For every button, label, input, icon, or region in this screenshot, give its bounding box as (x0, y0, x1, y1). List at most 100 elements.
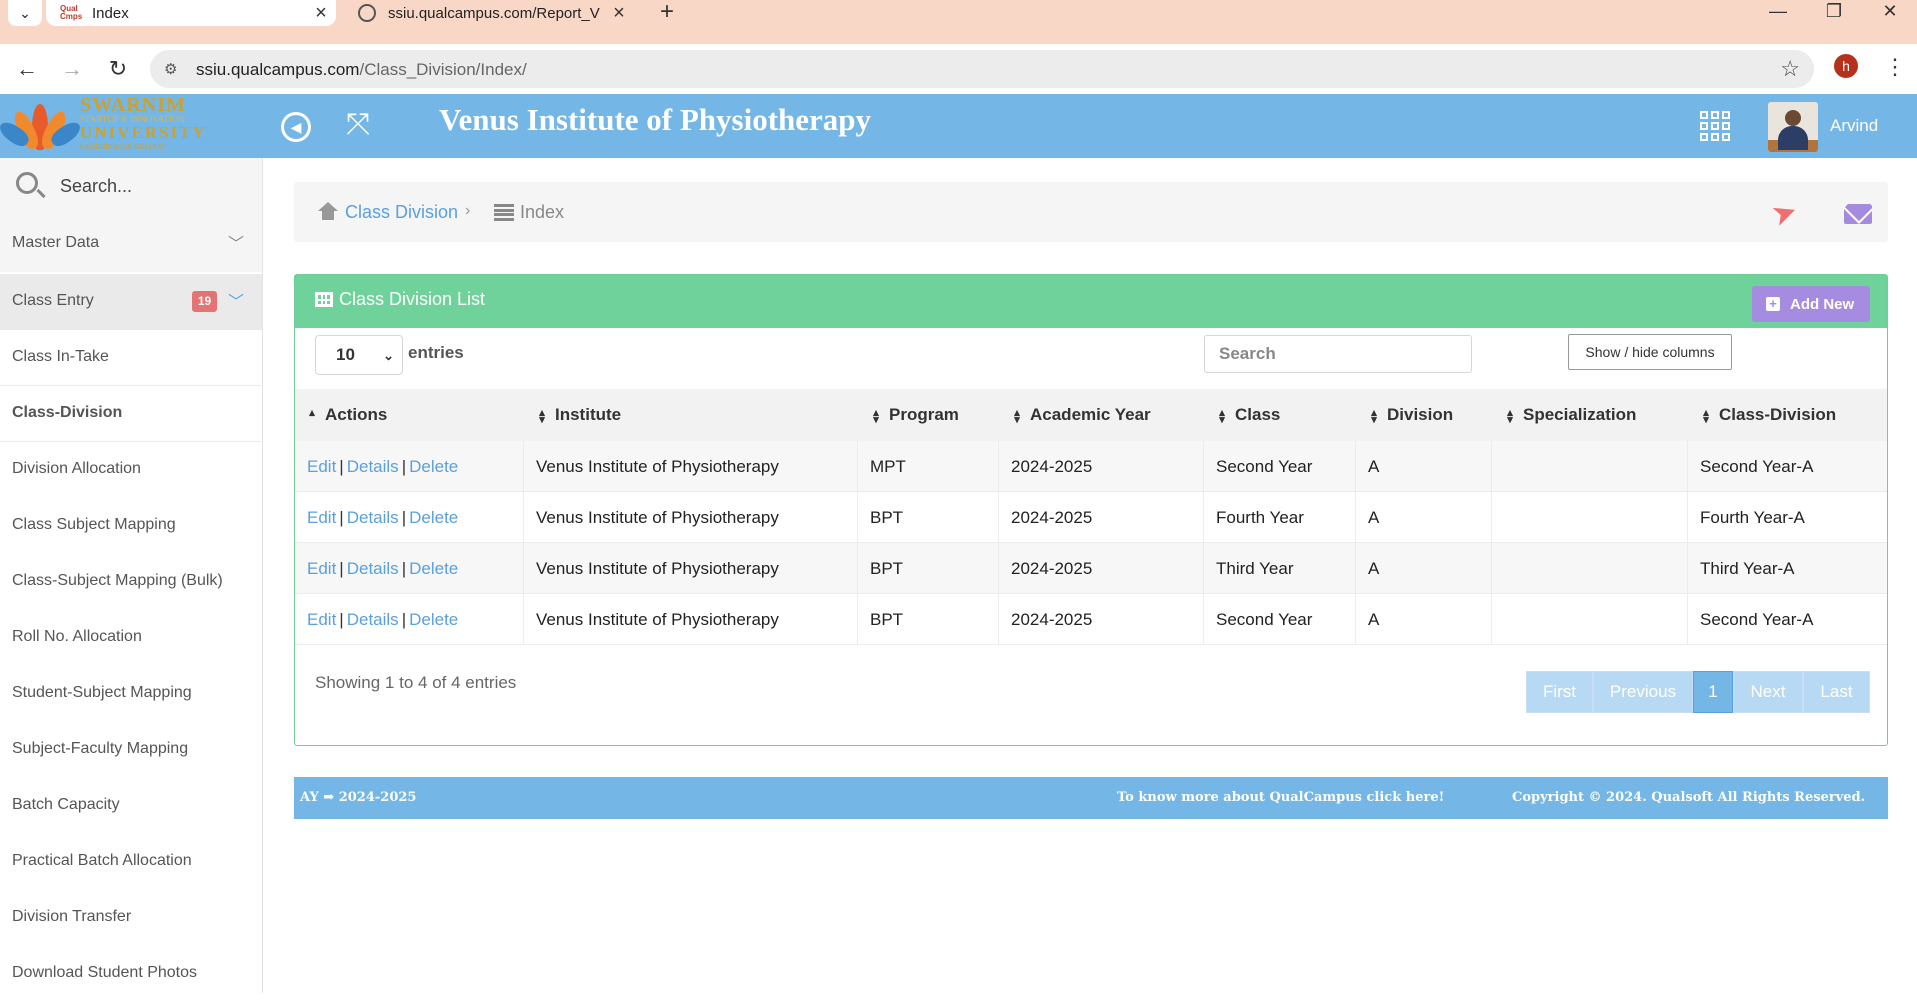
cell-program: BPT (858, 594, 999, 645)
column-header-program[interactable]: ▴ ▾ Program (871, 389, 959, 441)
mail-icon[interactable] (1844, 204, 1872, 224)
row-actions: Edit | Details | Delete (295, 492, 524, 543)
reload-icon[interactable]: ↻ (103, 54, 133, 84)
profile-avatar[interactable]: h (1834, 54, 1858, 78)
sidebar-search (0, 158, 262, 216)
send-icon[interactable]: ➤ (1767, 193, 1803, 234)
delete-link[interactable]: Delete (409, 457, 458, 476)
edit-link[interactable]: Edit (307, 457, 336, 476)
cell-academic-year: 2024-2025 (999, 594, 1204, 645)
close-tab-icon[interactable]: × (604, 2, 634, 25)
close-window-button[interactable]: ✕ (1862, 0, 1917, 26)
cell-academic-year: 2024-2025 (999, 441, 1204, 492)
site-info-icon[interactable]: ⚙ (164, 60, 182, 78)
sidebar-item-practical-batch-allocation[interactable]: Practical Batch Allocation (0, 834, 262, 890)
column-header-class[interactable]: ▴ ▾ Class (1217, 389, 1280, 441)
column-header-actions[interactable]: ▴ Actions (307, 389, 387, 441)
column-header-academic-year[interactable]: ▴ ▾ Academic Year (1012, 389, 1150, 441)
back-arrow-icon[interactable]: ← (12, 54, 42, 84)
sidebar-item-class-subject-mapping-bulk[interactable]: Class-Subject Mapping (Bulk) (0, 554, 262, 610)
edit-link[interactable]: Edit (307, 610, 336, 629)
sidebar-item-label: Class-Subject Mapping (Bulk) (12, 572, 223, 589)
edit-link[interactable]: Edit (307, 559, 336, 578)
bookmark-star-icon[interactable]: ☆ (1780, 56, 1800, 82)
details-link[interactable]: Details (347, 508, 399, 527)
breadcrumb-current: Index (520, 202, 565, 222)
cell-class-division: Third Year-A (1700, 559, 1795, 578)
address-bar[interactable]: ⚙ ssiu.qualcampus.com/Class_Division/Ind… (150, 50, 1814, 88)
url-text: ssiu.qualcampus.com/Class_Division/Index… (196, 60, 527, 79)
tab-search-button[interactable]: ⌄ (8, 0, 42, 26)
app-grid-icon[interactable] (1700, 111, 1730, 141)
user-name[interactable]: Arvind (1830, 116, 1878, 136)
sidebar-item-class-in-take[interactable]: Class In-Take (0, 330, 262, 386)
sidebar-group-label: Master Data (12, 234, 100, 251)
cell-class-division: Second Year-A (1700, 457, 1814, 476)
minimize-window-button[interactable]: — (1750, 0, 1806, 26)
university-logo[interactable]: SWARNIM STARTUP & INNOVATION UNIVERSITY … (0, 94, 230, 158)
sidebar-item-batch-capacity[interactable]: Batch Capacity (0, 778, 262, 834)
sidebar-item-class-division[interactable]: Class-Division (0, 386, 262, 442)
page-next-button[interactable]: Next (1733, 671, 1803, 713)
cell-institute: Venus Institute of Physiotherapy (524, 492, 858, 543)
sidebar-item-download-student-photos[interactable]: Download Student Photos (0, 946, 262, 1002)
browser-tab-report[interactable]: ssiu.qualcampus.com/Report_V × (344, 0, 634, 26)
details-link[interactable]: Details (347, 610, 399, 629)
details-link[interactable]: Details (347, 559, 399, 578)
sidebar-item-division-transfer[interactable]: Division Transfer (0, 890, 262, 946)
breadcrumb-link-class-division[interactable]: Class Division (345, 202, 458, 223)
cell-class-division: Fourth Year-A (1700, 508, 1805, 527)
page-1-button[interactable]: 1 (1693, 671, 1733, 713)
page-first-button[interactable]: First (1526, 671, 1593, 713)
forward-arrow-icon[interactable]: → (57, 54, 87, 84)
qualcampus-info-link[interactable]: To know more about QualCampus click here… (1117, 790, 1444, 805)
column-header-specialization[interactable]: ▴ ▾ Specialization (1505, 389, 1636, 441)
search-icon (16, 172, 38, 194)
column-header-class-division[interactable]: ▴ ▾ Class-Division (1701, 389, 1836, 441)
new-tab-button[interactable]: + (652, 0, 682, 26)
sidebar-item-label: Roll No. Allocation (12, 628, 142, 645)
page-length-select[interactable]: 10 ⌄ (315, 335, 403, 375)
sidebar-item-student-subject-mapping[interactable]: Student-Subject Mapping (0, 666, 262, 722)
chevron-down-icon: ﹀ (227, 294, 244, 311)
fullscreen-icon[interactable]: ⤧ (346, 108, 370, 142)
browser-menu-icon[interactable]: ⋮ (1884, 54, 1906, 80)
delete-link[interactable]: Delete (409, 559, 458, 578)
details-link[interactable]: Details (347, 457, 399, 476)
page-previous-button[interactable]: Previous (1593, 671, 1693, 713)
page-last-button[interactable]: Last (1803, 671, 1870, 713)
cell-institute: Venus Institute of Physiotherapy (524, 594, 858, 645)
add-new-button[interactable]: + Add New (1752, 286, 1870, 322)
delete-link[interactable]: Delete (409, 508, 458, 527)
sidebar-group-master-data[interactable]: Master Data ﹀ (0, 216, 262, 272)
globe-icon (358, 4, 376, 22)
row-actions: Edit | Details | Delete (295, 543, 524, 594)
collapse-sidebar-icon[interactable]: ◀ (281, 112, 311, 142)
edit-link[interactable]: Edit (307, 508, 336, 527)
home-icon[interactable] (318, 202, 338, 220)
show-hide-columns-button[interactable]: Show / hide columns (1568, 334, 1732, 370)
user-avatar[interactable] (1768, 102, 1818, 152)
column-header-institute[interactable]: ▴ ▾ Institute (537, 389, 621, 441)
cell-institute: Venus Institute of Physiotherapy (524, 543, 858, 594)
cell-class: Second Year (1204, 441, 1356, 492)
close-tab-icon[interactable]: × (306, 2, 336, 25)
sidebar-item-subject-faculty-mapping[interactable]: Subject-Faculty Mapping (0, 722, 262, 778)
sidebar-item-class-subject-mapping[interactable]: Class Subject Mapping (0, 498, 262, 554)
browser-tab-active[interactable]: Qual Cmps Index × (46, 0, 336, 26)
delete-link[interactable]: Delete (409, 610, 458, 629)
table-row: Edit | Details | Delete Venus Institute of P… (295, 543, 1887, 594)
sidebar-search-input[interactable] (60, 172, 240, 200)
cell-academic-year: 2024-2025 (999, 492, 1204, 543)
sort-icon: ▴ ▾ (1703, 406, 1709, 426)
table-row: Edit | Details | Delete Venus Institute of P… (295, 441, 1887, 492)
sidebar-item-label: Subject-Faculty Mapping (12, 740, 189, 757)
sidebar-group-class-entry[interactable]: Class Entry 19 ﹀ (0, 274, 262, 330)
column-header-division[interactable]: ▴ ▾ Division (1369, 389, 1453, 441)
restore-window-button[interactable]: ❐ (1806, 0, 1862, 26)
table-search-input[interactable] (1204, 335, 1472, 373)
academic-year-indicator: AY ➡ 2024-2025 (300, 790, 417, 805)
sidebar-item-roll-no-allocation[interactable]: Roll No. Allocation (0, 610, 262, 666)
sidebar-item-division-allocation[interactable]: Division Allocation (0, 442, 262, 498)
panel-title: Class Division List (339, 289, 486, 309)
